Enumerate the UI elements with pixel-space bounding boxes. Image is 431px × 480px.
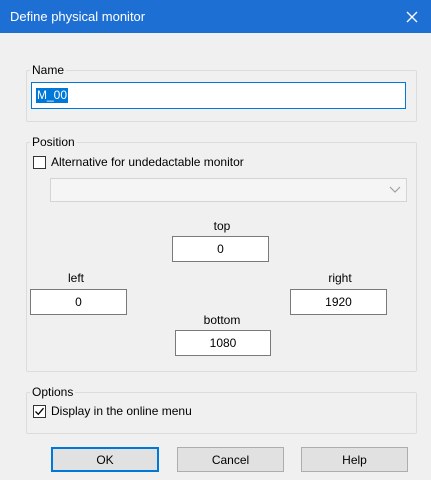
chevron-down-icon	[389, 186, 401, 193]
top-label: top	[213, 219, 231, 233]
left-input[interactable]: 0	[30, 289, 127, 315]
display-online-menu-checkbox[interactable]	[33, 405, 46, 418]
right-label: right	[328, 271, 352, 285]
name-group-label: Name	[30, 63, 67, 77]
cancel-button-label: Cancel	[211, 452, 250, 467]
display-online-menu-label[interactable]: Display in the online menu	[51, 404, 192, 418]
top-input[interactable]: 0	[172, 236, 269, 262]
options-group-label: Options	[30, 385, 76, 399]
right-input[interactable]: 1920	[290, 289, 387, 315]
title-bar: Define physical monitor	[0, 0, 431, 33]
top-input-value: 0	[217, 242, 224, 256]
position-group-label: Position	[30, 135, 77, 149]
close-icon	[406, 11, 418, 22]
name-input-value: M_00	[36, 88, 69, 103]
alternative-monitor-label[interactable]: Alternative for undedactable monitor	[51, 155, 244, 169]
checkmark-icon	[35, 407, 44, 416]
monitor-dropdown[interactable]	[50, 178, 407, 202]
left-label: left	[67, 271, 84, 285]
ok-button-label: OK	[96, 452, 114, 467]
cancel-button[interactable]: Cancel	[177, 447, 284, 472]
left-input-value: 0	[75, 295, 82, 309]
bottom-input-value: 1080	[209, 336, 237, 350]
ok-button[interactable]: OK	[51, 447, 159, 472]
name-input[interactable]: M_00	[31, 82, 406, 109]
bottom-input[interactable]: 1080	[175, 330, 271, 356]
alternative-monitor-checkbox[interactable]	[33, 156, 46, 169]
window-title: Define physical monitor	[10, 9, 146, 24]
close-button[interactable]	[393, 0, 431, 33]
bottom-label: bottom	[203, 313, 241, 327]
right-input-value: 1920	[325, 295, 352, 309]
help-button[interactable]: Help	[301, 447, 408, 472]
help-button-label: Help	[342, 452, 367, 467]
